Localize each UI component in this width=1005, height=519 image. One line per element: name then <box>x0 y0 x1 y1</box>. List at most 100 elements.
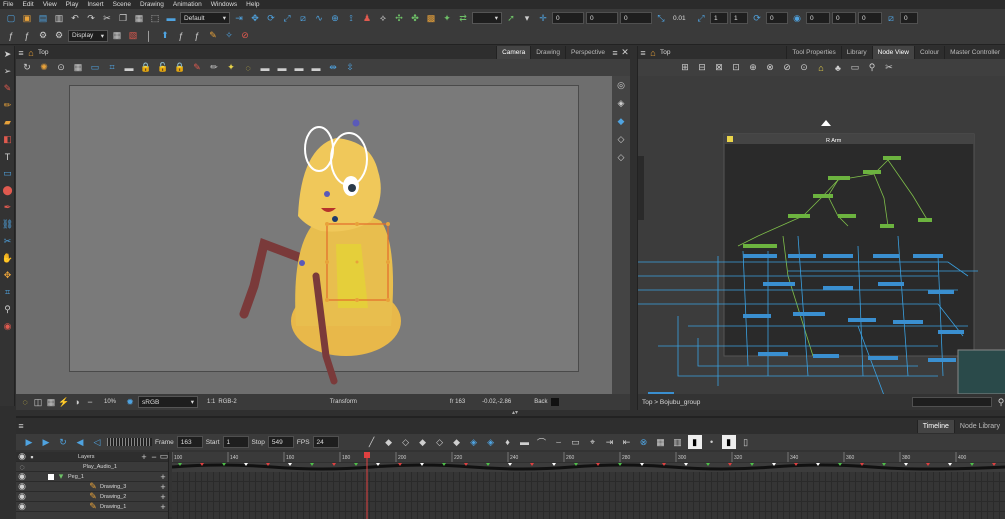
marker-icon[interactable]: ⌖ <box>586 435 600 449</box>
rotate-tool-icon[interactable]: ⟳ <box>264 11 278 25</box>
shape-preset-3-icon[interactable]: ▬ <box>292 61 306 75</box>
render-icon[interactable]: ▧ <box>126 29 140 43</box>
skew-value-field[interactable]: 0 <box>900 12 918 24</box>
lock-other-icon[interactable]: 🔒 <box>173 61 187 75</box>
key-2-icon[interactable]: ◇ <box>399 435 413 449</box>
add-drawing-icon[interactable]: + <box>158 500 168 514</box>
z-offset-value[interactable]: 0.01 <box>670 12 692 24</box>
save-as-icon[interactable]: ▥ <box>52 11 66 25</box>
node-sort-icon[interactable]: ⊞ <box>678 61 692 75</box>
colorspace-select[interactable]: sRGB ▾ <box>138 396 199 408</box>
cut-icon[interactable]: ✂ <box>100 11 114 25</box>
function-curve-icon[interactable]: ƒ <box>174 29 188 43</box>
node-panel-menu-icon[interactable]: ≡ <box>638 46 648 60</box>
start-field[interactable]: 1 <box>222 436 249 448</box>
scale-x-field[interactable]: 1 <box>710 12 728 24</box>
animate-mode-icon[interactable]: ➚ <box>504 11 518 25</box>
easing-icon[interactable]: ╱ <box>365 435 379 449</box>
pencil-preset-icon[interactable]: ✏ <box>207 61 221 75</box>
pivot-x-field[interactable]: 0 <box>806 12 830 24</box>
white-key-icon[interactable]: ▮ <box>687 435 702 449</box>
fps-field[interactable]: 24 <box>312 436 339 448</box>
tab-tool-properties[interactable]: Tool Properties <box>786 46 840 59</box>
splitter-arrows-icon[interactable]: ▴▾ <box>505 409 525 416</box>
stop-motion-icon[interactable]: ♦ <box>501 435 515 449</box>
speed-slider[interactable] <box>107 438 152 446</box>
timeline-grid[interactable]: 100 140 160 180 200 220 240 260 280 300 320 340 360 3… <box>172 452 1005 519</box>
zoom-tool-icon[interactable]: ⚲ <box>0 301 15 318</box>
kinematic-icon[interactable]: ♟ <box>360 11 374 25</box>
menu-file[interactable]: File <box>3 1 13 8</box>
node-cut-icon[interactable]: ⊙ <box>797 61 811 75</box>
select-tool-icon[interactable]: ➤ <box>0 46 15 63</box>
scale-y-field[interactable]: 1 <box>730 12 748 24</box>
menu-play[interactable]: Play <box>66 1 79 8</box>
transform-tool-icon[interactable]: ✥ <box>248 11 262 25</box>
zoom-level[interactable]: 10% <box>104 399 116 405</box>
curve-icon[interactable]: ✤ <box>408 11 422 25</box>
loop-icon[interactable]: ↻ <box>56 435 70 449</box>
node-ruler-icon[interactable]: ▭ <box>848 61 862 75</box>
menu-help[interactable]: Help <box>246 1 259 8</box>
maintain-size-icon[interactable]: ⊕ <box>328 11 342 25</box>
crop-tool-icon[interactable]: ⌗ <box>0 284 15 301</box>
pivot-display-icon[interactable]: ⊙ <box>54 61 68 75</box>
tab-drawing[interactable]: Drawing <box>530 46 565 59</box>
render-preview-icon[interactable]: ◎ <box>612 76 630 94</box>
frame-mark-icon[interactable]: ▯ <box>739 435 753 449</box>
eraser-tool-icon[interactable]: ◧ <box>0 131 15 148</box>
fill-tool-icon[interactable]: ⬤ <box>0 182 15 199</box>
pin-icon[interactable]: ⬆ <box>158 29 172 43</box>
ease-in-icon[interactable]: ⌒ <box>535 435 549 449</box>
menu-animation[interactable]: Animation <box>173 1 202 8</box>
onion-skin-icon[interactable]: ✺ <box>37 61 51 75</box>
panel-options-icon[interactable]: ≡ <box>610 46 620 60</box>
shape-preset-2-icon[interactable]: ▬ <box>275 61 289 75</box>
dropdown-arrow-icon[interactable]: ▾ <box>520 11 534 25</box>
import-icon[interactable]: ⬚ <box>148 11 162 25</box>
light-icon[interactable]: ✦ <box>224 61 238 75</box>
node-graph[interactable] <box>638 76 1005 394</box>
contour-tool-icon[interactable]: ➢ <box>0 63 15 80</box>
bbox-icon[interactable]: ▩ <box>424 11 438 25</box>
redo-icon[interactable]: ↷ <box>84 11 98 25</box>
dot-icon[interactable]: • <box>705 435 719 449</box>
menu-insert[interactable]: Insert <box>87 1 103 8</box>
scale-icon[interactable]: ⤢ <box>694 11 708 25</box>
layer-row[interactable]: ◉ ✎ Drawing_1 + <box>16 500 168 514</box>
extend-icon[interactable]: ⇥ <box>603 435 617 449</box>
exposure-cells[interactable] <box>172 472 1005 519</box>
color-toggle-icon[interactable]: ◑ <box>72 395 82 409</box>
shape-preset-4-icon[interactable]: ▬ <box>309 61 323 75</box>
lock-layers-icon[interactable]: ▪ <box>28 450 36 464</box>
keyframe-toggle-icon[interactable]: ◈ <box>467 435 481 449</box>
pos-y-field[interactable]: 0 <box>586 12 618 24</box>
dropper-tool-icon[interactable]: ✒ <box>0 199 15 216</box>
motion-key-icon[interactable]: ◈ <box>484 435 498 449</box>
paint-tool-icon[interactable]: ▰ <box>0 114 15 131</box>
brush-tool-icon[interactable]: ✎ <box>0 80 15 97</box>
tab-library[interactable]: Library <box>840 46 872 59</box>
node-peg-icon[interactable]: ⊡ <box>729 61 743 75</box>
shape-tool-icon[interactable]: ▭ <box>0 165 15 182</box>
panel-menu-icon[interactable]: ≡ <box>16 46 26 60</box>
play-icon[interactable]: ▶ <box>22 435 36 449</box>
tab-node-view[interactable]: Node View <box>871 46 914 59</box>
stack-down-icon[interactable]: ◇ <box>612 130 630 148</box>
sound-icon[interactable]: ◀ <box>73 435 87 449</box>
layers-icon[interactable]: ◈ <box>612 94 630 112</box>
lock-icon[interactable]: ▬ <box>122 61 136 75</box>
camera-stage[interactable] <box>16 76 612 394</box>
gear-icon[interactable]: ⚙ <box>36 29 50 43</box>
save-icon[interactable]: ▤ <box>36 11 50 25</box>
function-icon[interactable]: ƒ <box>4 29 18 43</box>
record-tool-icon[interactable]: ◉ <box>0 318 15 335</box>
bulb-status-icon[interactable]: ◌ <box>20 395 30 409</box>
tab-colour[interactable]: Colour <box>913 46 944 59</box>
grid-status-icon[interactable]: ▦ <box>46 395 56 409</box>
text-tool-icon[interactable]: T <box>0 148 15 165</box>
retract-icon[interactable]: ⇤ <box>620 435 634 449</box>
node-breadcrumb[interactable]: Top > Bojubu_group <box>642 399 700 406</box>
back-color-swatch[interactable] <box>550 398 559 406</box>
erase-icon[interactable]: ⊘ <box>238 29 252 43</box>
